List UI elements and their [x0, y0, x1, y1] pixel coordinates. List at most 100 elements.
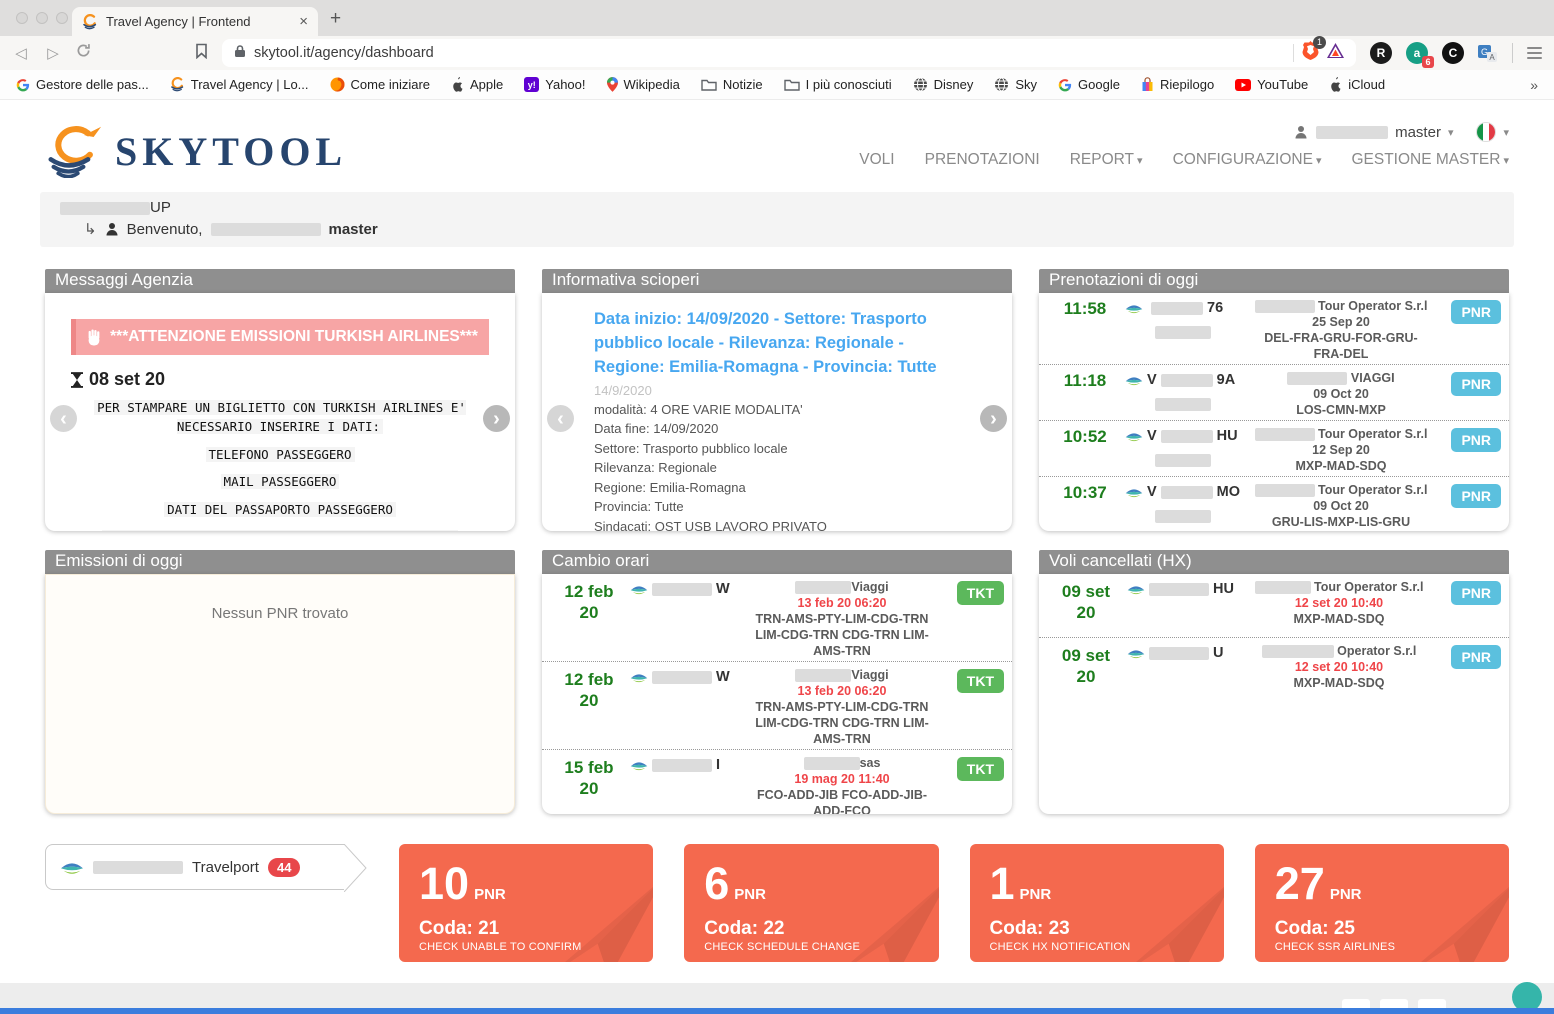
- pnr-button[interactable]: PNR: [1451, 484, 1501, 508]
- menu-icon[interactable]: [1527, 47, 1542, 59]
- forward-button[interactable]: ▷: [44, 44, 62, 62]
- cancelled-flight-row: 09 set 20 U Operator S.r.l 12 set 20 10:…: [1039, 638, 1509, 702]
- queue-count: 27: [1275, 861, 1325, 906]
- tkt-button[interactable]: TKT: [957, 669, 1004, 693]
- tab-close-icon[interactable]: ×: [299, 13, 308, 30]
- bookmark-travel-agency[interactable]: Travel Agency | Lo...: [170, 77, 309, 92]
- bookmark-sky[interactable]: Sky: [994, 77, 1037, 92]
- browser-tab-bar: Travel Agency | Frontend × +: [0, 0, 1554, 36]
- bookmark-youtube[interactable]: YouTube: [1235, 77, 1308, 92]
- strike-link[interactable]: Data inizio: 14/09/2020 - Settore: Trasp…: [594, 308, 960, 380]
- close-window-button[interactable]: [16, 12, 28, 24]
- bookmark-sidebar-icon[interactable]: [195, 43, 208, 64]
- bookmarks-overflow-icon[interactable]: »: [1530, 77, 1538, 93]
- strike-detail: Regione: Emilia-Romagna: [594, 478, 960, 498]
- nav-configurazione[interactable]: CONFIGURAZIONE▾: [1173, 151, 1322, 169]
- redacted-text: [1255, 428, 1315, 441]
- url-text[interactable]: skytool.it/agency/dashboard: [254, 45, 1285, 61]
- bookmark-apple[interactable]: Apple: [451, 77, 503, 92]
- tkt-button[interactable]: TKT: [957, 757, 1004, 781]
- bookmark-piu-conosciuti[interactable]: I più conosciuti: [784, 77, 892, 92]
- travelport-icon: [1125, 431, 1143, 442]
- pnr-code: W: [630, 667, 750, 685]
- redacted-text: [1255, 581, 1311, 594]
- redacted-text: [1316, 126, 1388, 139]
- redacted-text: [1155, 398, 1211, 411]
- carousel-next-icon[interactable]: ›: [980, 405, 1007, 432]
- paper-plane-icon: [1373, 878, 1509, 962]
- carousel-prev-icon[interactable]: ‹: [50, 405, 77, 432]
- cancelled-flight-row: 09 set 20 HU Tour Operator S.r.l 12 set …: [1039, 574, 1509, 638]
- brave-shield-icon[interactable]: 1: [1302, 41, 1319, 65]
- agency-suffix: UP: [150, 199, 171, 216]
- redacted-text: [795, 581, 851, 594]
- travelport-icon: [630, 760, 648, 771]
- skytool-logo-icon: [45, 124, 105, 178]
- nav-voli[interactable]: VOLI: [859, 151, 894, 169]
- translate-icon[interactable]: GA: [1478, 43, 1498, 63]
- queue-card-22[interactable]: 6PNR Coda: 22 CHECK SCHEDULE CHANGE: [684, 844, 938, 962]
- bookmark-disney[interactable]: Disney: [913, 77, 974, 92]
- maximize-window-button[interactable]: [56, 12, 68, 24]
- pnr-button[interactable]: PNR: [1451, 645, 1501, 669]
- bookmark-google-maps[interactable]: Wikipedia: [607, 77, 680, 92]
- bookmark-riepilogo[interactable]: Riepilogo: [1141, 77, 1214, 92]
- booking-row: 11:58 76 Tour Operator S.r.l 25 Sep 20 D…: [1039, 293, 1509, 365]
- folder-icon: [701, 78, 717, 91]
- bookmark-notizie[interactable]: Notizie: [701, 77, 763, 92]
- travelport-icon: [1125, 375, 1143, 386]
- redacted-text: [60, 202, 150, 215]
- redacted-text: [1155, 510, 1211, 523]
- nav-report[interactable]: REPORT▾: [1070, 151, 1143, 169]
- nav-gestione-master[interactable]: GESTIONE MASTER▾: [1351, 151, 1509, 169]
- skytool-logo[interactable]: SKYTOOL: [45, 114, 347, 188]
- bookmark-yahoo[interactable]: y! Yahoo!: [524, 77, 585, 92]
- strike-date: 14/9/2020: [594, 383, 960, 398]
- pnr-button[interactable]: PNR: [1451, 300, 1501, 324]
- nav-prenotazioni[interactable]: PRENOTAZIONI: [925, 151, 1040, 169]
- redacted-text: [1149, 647, 1209, 660]
- booking-time: 10:37: [1045, 482, 1125, 503]
- new-tab-button[interactable]: +: [330, 8, 341, 30]
- bookmark-gestore[interactable]: Gestore delle pas...: [16, 77, 149, 92]
- language-flag-italy[interactable]: [1476, 122, 1496, 142]
- footer-accent-bar: [0, 1008, 1554, 1014]
- carousel-next-icon[interactable]: ›: [483, 405, 510, 432]
- bookmark-google[interactable]: Google: [1058, 77, 1120, 92]
- window-controls[interactable]: [16, 12, 68, 24]
- queue-card-23[interactable]: 1PNR Coda: 23 CHECK HX NOTIFICATION: [970, 844, 1224, 962]
- user-menu[interactable]: master ▾ ▾: [1293, 122, 1509, 142]
- message-line: DATI DEL PASSAPORTO PASSEGGERO: [81, 501, 479, 520]
- chevron-down-icon: ▾: [1503, 126, 1509, 139]
- cancel-date: 09 set 20: [1045, 643, 1127, 688]
- panel-title: Informativa scioperi: [542, 269, 1012, 293]
- pnr-button[interactable]: PNR: [1451, 581, 1501, 605]
- back-button[interactable]: ◁: [12, 44, 30, 62]
- extension-c-icon[interactable]: C: [1442, 42, 1464, 64]
- queue-card-25[interactable]: 27PNR Coda: 25 CHECK SSR AIRLINES: [1255, 844, 1509, 962]
- google-g-icon: [1058, 78, 1072, 92]
- pnr-button[interactable]: PNR: [1451, 428, 1501, 452]
- pnr-button[interactable]: PNR: [1451, 372, 1501, 396]
- strike-detail: Sindacati: OST USB LAVORO PRIVATO: [594, 517, 960, 531]
- carousel-prev-icon[interactable]: ‹: [547, 405, 574, 432]
- redacted-text: [1161, 486, 1213, 499]
- minimize-window-button[interactable]: [36, 12, 48, 24]
- tkt-button[interactable]: TKT: [957, 581, 1004, 605]
- queue-card-21[interactable]: 10PNR Coda: 21 CHECK UNABLE TO CONFIRM: [399, 844, 653, 962]
- travelport-tab[interactable]: Travelport 44: [45, 844, 345, 890]
- url-bar[interactable]: skytool.it/agency/dashboard 1: [222, 39, 1356, 67]
- bat-rewards-icon[interactable]: [1327, 43, 1344, 63]
- schedule-change-row: 12 feb 20 W Viaggi 13 feb 20 06:20 TRN-A…: [542, 662, 1012, 750]
- queues-section: Travelport 44 10PNR Coda: 21 CHECK UNABL…: [45, 844, 1509, 962]
- redacted-text: [652, 583, 712, 596]
- bookmark-icloud[interactable]: iCloud: [1329, 77, 1385, 92]
- redacted-text: [1161, 430, 1213, 443]
- redacted-text: [795, 669, 851, 682]
- bookmark-come-iniziare[interactable]: Come iniziare: [330, 77, 430, 92]
- main-nav: VOLI PRENOTAZIONI REPORT▾ CONFIGURAZIONE…: [859, 151, 1509, 169]
- browser-tab[interactable]: Travel Agency | Frontend ×: [72, 7, 318, 36]
- reload-button[interactable]: [76, 43, 91, 63]
- extension-a-icon[interactable]: a 6: [1406, 42, 1428, 64]
- extension-r-icon[interactable]: R: [1370, 42, 1392, 64]
